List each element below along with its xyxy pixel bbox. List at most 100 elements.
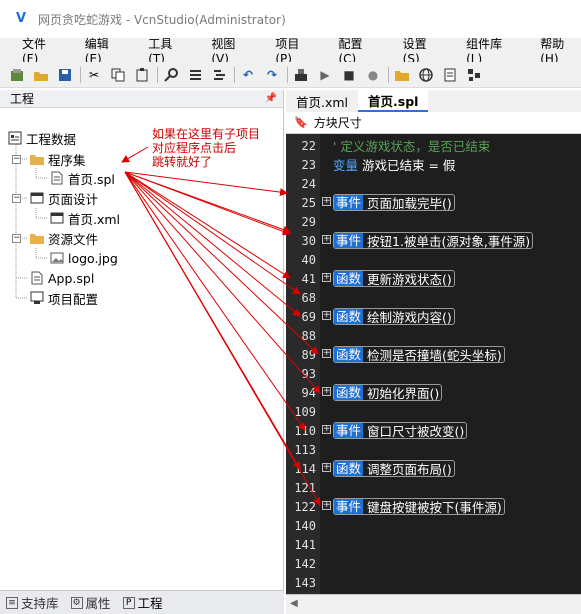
code-line[interactable]: 30 + 事件 按钮1.被单击(源对象,事件源) — [286, 231, 581, 250]
file-icon — [50, 171, 64, 185]
code-content: ' 定义游戏状态，是否已结束 — [333, 139, 491, 154]
code-line[interactable]: 89 + 函数 检测是否撞墙(蛇头坐标) — [286, 345, 581, 364]
collapse-toggle[interactable]: − — [12, 194, 21, 203]
function-block[interactable]: 函数 检测是否撞墙(蛇头坐标) — [333, 346, 505, 363]
tree-item-home-spl[interactable]: 首页.spl — [50, 168, 115, 188]
code-line[interactable]: 114 + 函数 调整页面布局() — [286, 459, 581, 478]
expand-icon[interactable]: + — [322, 235, 331, 244]
code-editor[interactable]: 首页.xml 首页.spl 🔖 方块尺寸 22 ' 定义游戏状态，是否已结束 23 变… — [286, 90, 581, 614]
expand-icon[interactable]: + — [322, 273, 331, 282]
code-line[interactable]: 69 + 函数 绘制游戏内容() — [286, 307, 581, 326]
expand-icon[interactable]: + — [322, 501, 331, 510]
code-line[interactable]: 68 — [286, 288, 581, 307]
code-line[interactable]: 24 — [286, 174, 581, 193]
outline-icon[interactable] — [210, 66, 228, 84]
tree-item-label: 页面设计 — [48, 191, 99, 207]
globe-icon[interactable] — [417, 66, 435, 84]
line-number: 88 — [301, 328, 316, 343]
code-line[interactable]: 93 — [286, 364, 581, 383]
menu-help[interactable]: 帮助(H) — [516, 35, 581, 66]
code-line[interactable]: 41 + 函数 更新游戏状态() — [286, 269, 581, 288]
undo-icon[interactable]: ↶ — [239, 66, 257, 84]
tree-item-resources[interactable]: 资源文件 — [30, 228, 98, 248]
panel-tabs: ≡ 支持库 ⚙ 属性 P 工程 — [0, 590, 284, 614]
function-block[interactable]: 事件 窗口尺寸被改变() — [333, 422, 468, 439]
redo-icon[interactable]: ↷ — [263, 66, 281, 84]
expand-icon[interactable]: + — [322, 425, 331, 434]
function-block[interactable]: 事件 页面加载完毕() — [333, 194, 455, 211]
code-line[interactable]: 142 — [286, 554, 581, 573]
code-line[interactable]: 110 + 事件 窗口尺寸被改变() — [286, 421, 581, 440]
tree-item-app-spl[interactable]: App.spl — [30, 268, 94, 288]
code-line[interactable]: 40 — [286, 250, 581, 269]
menu-view[interactable]: 视图(V) — [187, 35, 251, 66]
tab-project[interactable]: P 工程 — [122, 593, 163, 612]
cut-icon[interactable]: ✂ — [85, 66, 103, 84]
code-line[interactable]: 143 — [286, 573, 581, 592]
tree-item-project-data[interactable]: 工程数据 — [8, 128, 76, 148]
tab-home-spl[interactable]: 首页.spl — [358, 90, 429, 112]
code-line[interactable]: 94 + 函数 初始化界面() — [286, 383, 581, 402]
scroll-left-icon[interactable]: ◀ — [290, 598, 298, 609]
breadcrumb[interactable]: 🔖 方块尺寸 — [286, 112, 581, 134]
function-block[interactable]: 函数 更新游戏状态() — [333, 270, 455, 287]
code-line[interactable]: 122 + 事件 键盘按键被按下(事件源) — [286, 497, 581, 516]
line-number: 69 — [301, 309, 316, 324]
tree-item-page-design[interactable]: 页面设计 — [30, 188, 98, 208]
function-block[interactable]: 事件 按钮1.被单击(源对象,事件源) — [333, 232, 534, 249]
code-line[interactable]: 113 — [286, 440, 581, 459]
build-icon[interactable] — [292, 66, 310, 84]
project-panel-header: 工程 📌 — [0, 90, 283, 108]
document-icon[interactable] — [441, 66, 459, 84]
expand-icon[interactable]: + — [322, 197, 331, 206]
folder-icon[interactable] — [393, 66, 411, 84]
code-line[interactable]: 141 — [286, 535, 581, 554]
open-folder-icon[interactable] — [32, 66, 50, 84]
list-icon[interactable] — [186, 66, 204, 84]
search-icon[interactable] — [162, 66, 180, 84]
menu-components[interactable]: 组件库(L) — [442, 35, 516, 66]
menu-settings[interactable]: 设置(S) — [379, 35, 442, 66]
debug-icon[interactable]: ● — [364, 66, 382, 84]
stop-icon[interactable]: ■ — [340, 66, 358, 84]
menu-config[interactable]: 配置(C) — [314, 35, 378, 66]
function-block[interactable]: 函数 调整页面布局() — [333, 460, 455, 477]
code-line[interactable]: 23 变量 游戏已结束 = 假 — [286, 155, 581, 174]
expand-icon[interactable]: + — [322, 349, 331, 358]
tree-item-logo-jpg[interactable]: logo.jpg — [50, 248, 118, 268]
tree-item-assembly[interactable]: 程序集 — [30, 149, 86, 169]
function-block[interactable]: 事件 键盘按键被按下(事件源) — [333, 498, 505, 515]
line-number: 142 — [294, 556, 316, 571]
components-icon[interactable] — [465, 66, 483, 84]
paste-icon[interactable] — [133, 66, 151, 84]
run-icon[interactable]: ▶ — [316, 66, 334, 84]
code-line[interactable]: 121 — [286, 478, 581, 497]
pin-icon[interactable]: 📌 — [265, 93, 277, 104]
collapse-toggle[interactable]: − — [12, 155, 21, 164]
code-line[interactable]: 25 + 事件 页面加载完毕() — [286, 193, 581, 212]
code-line[interactable]: 140 — [286, 516, 581, 535]
tree-item-project-config[interactable]: 项目配置 — [30, 288, 98, 308]
save-icon[interactable] — [56, 66, 74, 84]
copy-icon[interactable] — [109, 66, 127, 84]
tab-properties[interactable]: ⚙ 属性 — [70, 593, 111, 612]
menu-tools[interactable]: 工具(T) — [124, 35, 187, 66]
collapse-toggle[interactable]: − — [12, 234, 21, 243]
menu-file[interactable]: 文件(F) — [0, 35, 61, 66]
code-line[interactable]: 109 — [286, 402, 581, 421]
function-block[interactable]: 函数 初始化界面() — [333, 384, 443, 401]
function-block[interactable]: 函数 绘制游戏内容() — [333, 308, 455, 325]
menu-project[interactable]: 项目(P) — [251, 35, 314, 66]
code-line[interactable]: 88 — [286, 326, 581, 345]
expand-icon[interactable]: + — [322, 463, 331, 472]
menu-edit[interactable]: 编辑(E) — [61, 35, 124, 66]
tab-home-xml[interactable]: 首页.xml — [286, 90, 358, 112]
tab-support-library[interactable]: ≡ 支持库 — [6, 593, 59, 612]
code-line[interactable]: 22 ' 定义游戏状态，是否已结束 — [286, 136, 581, 155]
tree-item-home-xml[interactable]: 首页.xml — [50, 208, 120, 228]
expand-icon[interactable]: + — [322, 311, 331, 320]
horizontal-scrollbar[interactable]: ◀ — [286, 594, 581, 614]
new-project-icon[interactable] — [8, 66, 26, 84]
code-line[interactable]: 29 — [286, 212, 581, 231]
expand-icon[interactable]: + — [322, 387, 331, 396]
